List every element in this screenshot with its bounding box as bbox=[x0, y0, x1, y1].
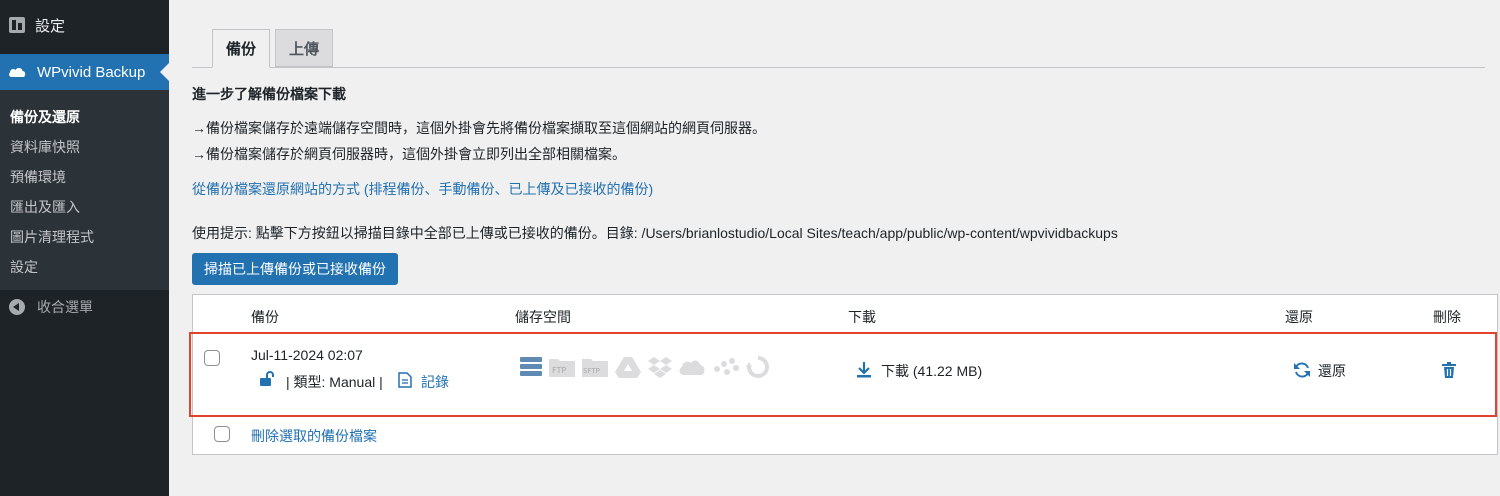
sidebar-item-wpvivid-backup[interactable]: WPvivid Backup bbox=[0, 54, 169, 90]
header-storage: 儲存空間 bbox=[515, 309, 571, 325]
section-heading: 進一步了解備份檔案下載 bbox=[192, 86, 346, 102]
scan-backups-button[interactable]: 掃描已上傳備份或已接收備份 bbox=[192, 253, 398, 285]
backup-date: Jul-11-2024 02:07 bbox=[251, 347, 363, 363]
header-delete: 刪除 bbox=[1433, 309, 1461, 325]
tab-backup[interactable]: 備份 bbox=[212, 29, 271, 68]
submenu-item-settings[interactable]: 設定 bbox=[0, 252, 169, 282]
tab-bar: 備份 上傳 bbox=[212, 29, 338, 68]
webdav-icon bbox=[746, 356, 769, 378]
s3-icon bbox=[714, 358, 739, 375]
trash-icon[interactable] bbox=[1441, 361, 1457, 379]
sftp-icon: SFTP bbox=[582, 359, 608, 377]
backup-type: | 類型: Manual | bbox=[286, 374, 383, 390]
settings-icon bbox=[9, 17, 25, 33]
ftp-icon: FTP bbox=[549, 359, 575, 377]
server-icon bbox=[520, 357, 542, 376]
svg-text:SFTP: SFTP bbox=[583, 367, 600, 375]
cloud-icon bbox=[8, 68, 26, 77]
download-link[interactable]: 下載 (41.22 MB) bbox=[881, 361, 982, 381]
select-all-checkbox[interactable] bbox=[214, 426, 230, 442]
log-link[interactable]: 記錄 bbox=[421, 372, 449, 392]
log-icon[interactable] bbox=[398, 372, 412, 388]
collapse-arrow-icon bbox=[9, 299, 25, 315]
collapse-menu-button[interactable]: 收合選單 bbox=[0, 292, 169, 322]
main-content: 備份 上傳 進一步了解備份檔案下載 →備份檔案儲存於遠端儲存空間時，這個外掛會先… bbox=[169, 0, 1500, 496]
google-drive-icon bbox=[615, 357, 641, 378]
info-line-remote: →備份檔案儲存於遠端儲存空間時，這個外掛會先將備份檔案擷取至這個網站的網頁伺服器… bbox=[192, 120, 766, 136]
sidebar-submenu: 備份及還原 資料庫快照 預備環境 匯出及匯入 圖片清理程式 設定 bbox=[0, 90, 169, 290]
svg-text:FTP: FTP bbox=[552, 366, 566, 375]
tab-divider bbox=[192, 67, 1485, 68]
submenu-item-export-import[interactable]: 匯出及匯入 bbox=[0, 192, 169, 222]
unlock-icon[interactable] bbox=[259, 371, 275, 387]
sidebar-item-label: 設定 bbox=[35, 17, 66, 35]
header-backup: 備份 bbox=[251, 309, 279, 325]
usage-hint: 使用提示: 點擊下方按鈕以掃描目錄中全部已上傳或已接收的備份。目錄: /User… bbox=[192, 225, 1118, 241]
info-line-local: →備份檔案儲存於網頁伺服器時，這個外掛會立即列出全部相關檔案。 bbox=[192, 146, 626, 162]
restore-refresh-icon[interactable] bbox=[1293, 361, 1311, 379]
row-checkbox[interactable] bbox=[204, 350, 220, 366]
submenu-item-image-cleaner[interactable]: 圖片清理程式 bbox=[0, 222, 169, 252]
submenu-item-backup-restore[interactable]: 備份及還原 bbox=[0, 102, 169, 132]
dropbox-icon bbox=[648, 357, 672, 378]
admin-sidebar: 設定 WPvivid Backup 備份及還原 資料庫快照 預備環境 匯出及匯入… bbox=[0, 0, 169, 496]
collapse-menu-label: 收合選單 bbox=[37, 299, 93, 315]
download-icon[interactable] bbox=[855, 361, 873, 379]
submenu-item-database-snapshot[interactable]: 資料庫快照 bbox=[0, 132, 169, 162]
header-download: 下載 bbox=[848, 309, 876, 325]
backup-list-table: 備份 儲存空間 下載 還原 刪除 Jul-11-2024 02:07 | 類型:… bbox=[189, 294, 1498, 455]
sidebar-item-label: WPvivid Backup bbox=[37, 63, 146, 81]
onedrive-icon bbox=[679, 360, 705, 375]
restore-guide-link[interactable]: 從備份檔案還原網站的方式 (排程備份、手動備份、已上傳及已接收的備份) bbox=[192, 179, 653, 199]
tab-upload[interactable]: 上傳 bbox=[275, 29, 334, 67]
submenu-item-staging[interactable]: 預備環境 bbox=[0, 162, 169, 192]
restore-link[interactable]: 還原 bbox=[1318, 361, 1346, 381]
header-restore: 還原 bbox=[1285, 309, 1313, 325]
sidebar-item-settings-top[interactable]: 設定 bbox=[0, 0, 169, 50]
delete-selected-link[interactable]: 刪除選取的備份檔案 bbox=[251, 426, 377, 446]
